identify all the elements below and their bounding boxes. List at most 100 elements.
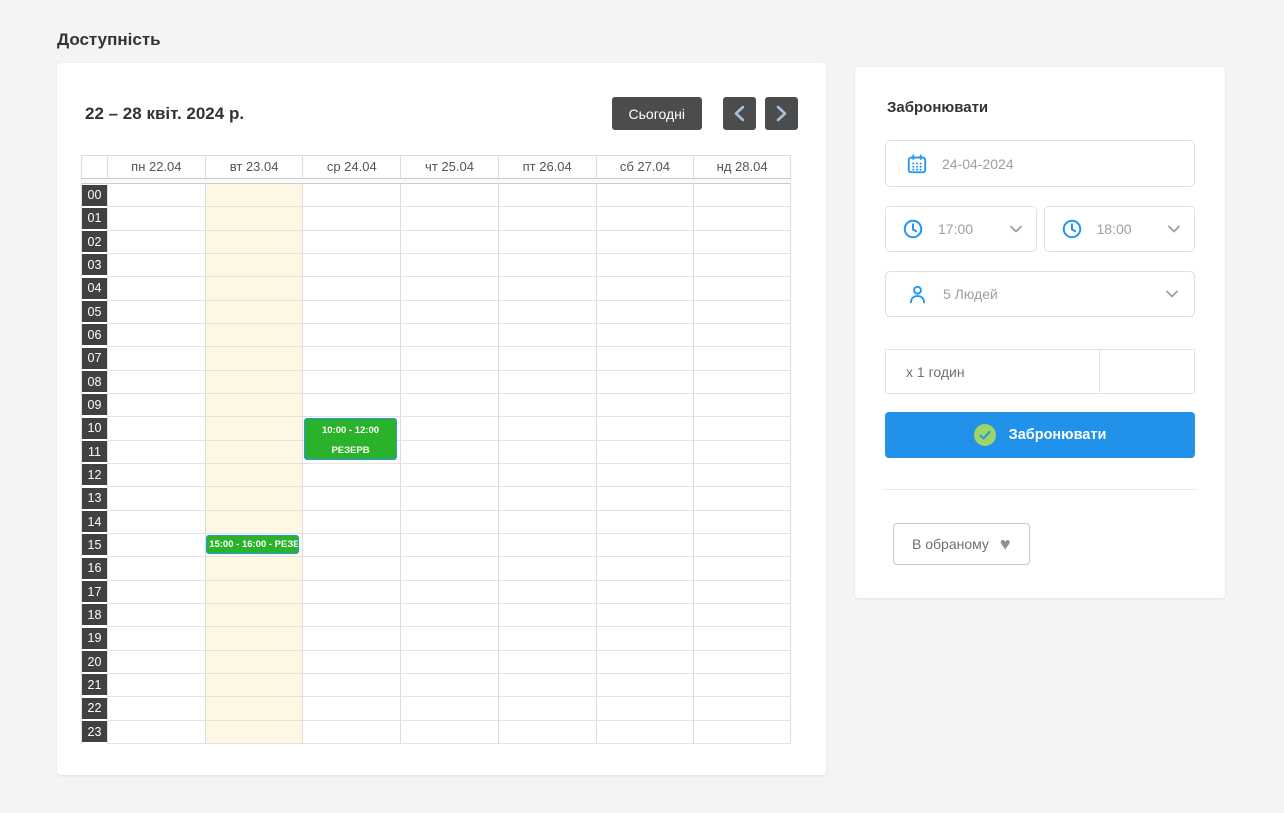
- time-slot[interactable]: [302, 534, 400, 557]
- time-slot[interactable]: [107, 301, 205, 324]
- time-slot[interactable]: [302, 324, 400, 347]
- time-slot[interactable]: [205, 207, 303, 230]
- time-slot[interactable]: [693, 651, 791, 674]
- time-slot[interactable]: [205, 464, 303, 487]
- time-slot[interactable]: [498, 394, 596, 417]
- time-slot[interactable]: [693, 277, 791, 300]
- time-slot[interactable]: [596, 557, 694, 580]
- time-slot[interactable]: [107, 441, 205, 464]
- people-select[interactable]: 5 Людей: [885, 271, 1195, 317]
- time-slot[interactable]: [596, 324, 694, 347]
- time-slot[interactable]: [205, 721, 303, 744]
- time-slot[interactable]: [205, 417, 303, 440]
- time-slot[interactable]: [302, 627, 400, 650]
- time-slot[interactable]: [400, 487, 498, 510]
- time-slot[interactable]: [596, 511, 694, 534]
- time-slot[interactable]: [498, 254, 596, 277]
- time-slot[interactable]: [596, 627, 694, 650]
- time-slot[interactable]: [596, 254, 694, 277]
- time-slot[interactable]: [205, 277, 303, 300]
- time-slot[interactable]: [107, 184, 205, 207]
- time-slot[interactable]: [693, 231, 791, 254]
- time-slot[interactable]: [498, 581, 596, 604]
- time-from-select[interactable]: 17:00: [885, 206, 1037, 252]
- time-slot[interactable]: [693, 464, 791, 487]
- time-slot[interactable]: [400, 464, 498, 487]
- time-slot[interactable]: [302, 511, 400, 534]
- time-slot[interactable]: [205, 371, 303, 394]
- today-button[interactable]: Сьогодні: [612, 97, 702, 130]
- time-slot[interactable]: [107, 487, 205, 510]
- time-slot[interactable]: [400, 231, 498, 254]
- time-slot[interactable]: [400, 394, 498, 417]
- time-slot[interactable]: [205, 347, 303, 370]
- time-slot[interactable]: [205, 324, 303, 347]
- time-slot[interactable]: [107, 697, 205, 720]
- time-slot[interactable]: [693, 254, 791, 277]
- time-slot[interactable]: [107, 207, 205, 230]
- time-slot[interactable]: [693, 441, 791, 464]
- time-slot[interactable]: [302, 277, 400, 300]
- time-slot[interactable]: [693, 581, 791, 604]
- time-slot[interactable]: [596, 277, 694, 300]
- time-slot[interactable]: [302, 721, 400, 744]
- time-slot[interactable]: [205, 394, 303, 417]
- time-slot[interactable]: [693, 207, 791, 230]
- time-slot[interactable]: [498, 511, 596, 534]
- time-to-select[interactable]: 18:00: [1044, 206, 1196, 252]
- time-slot[interactable]: [107, 581, 205, 604]
- time-slot[interactable]: [596, 604, 694, 627]
- time-slot[interactable]: [107, 464, 205, 487]
- time-slot[interactable]: [498, 347, 596, 370]
- date-input[interactable]: 24-04-2024: [885, 140, 1195, 187]
- time-slot[interactable]: [693, 534, 791, 557]
- time-slot[interactable]: [400, 627, 498, 650]
- time-slot[interactable]: [400, 651, 498, 674]
- time-slot[interactable]: [498, 557, 596, 580]
- time-slot[interactable]: [498, 674, 596, 697]
- time-slot[interactable]: [400, 511, 498, 534]
- book-submit-button[interactable]: Забронювати: [885, 412, 1195, 458]
- time-slot[interactable]: [596, 441, 694, 464]
- time-slot[interactable]: [693, 511, 791, 534]
- time-slot[interactable]: [596, 347, 694, 370]
- time-slot[interactable]: [498, 604, 596, 627]
- time-slot[interactable]: [302, 674, 400, 697]
- time-slot[interactable]: [693, 301, 791, 324]
- time-slot[interactable]: [498, 627, 596, 650]
- time-slot[interactable]: [596, 464, 694, 487]
- time-slot[interactable]: [205, 604, 303, 627]
- time-slot[interactable]: [302, 697, 400, 720]
- time-slot[interactable]: [205, 441, 303, 464]
- time-slot[interactable]: [302, 604, 400, 627]
- time-slot[interactable]: [107, 511, 205, 534]
- time-slot[interactable]: [693, 347, 791, 370]
- time-slot[interactable]: [302, 394, 400, 417]
- time-slot[interactable]: [596, 301, 694, 324]
- time-slot[interactable]: [400, 441, 498, 464]
- time-slot[interactable]: [400, 207, 498, 230]
- time-slot[interactable]: [205, 254, 303, 277]
- time-slot[interactable]: [107, 394, 205, 417]
- time-slot[interactable]: [693, 674, 791, 697]
- time-slot[interactable]: [302, 254, 400, 277]
- time-slot[interactable]: [498, 651, 596, 674]
- time-slot[interactable]: [596, 534, 694, 557]
- time-slot[interactable]: [107, 557, 205, 580]
- time-slot[interactable]: [693, 371, 791, 394]
- time-slot[interactable]: [400, 604, 498, 627]
- time-slot[interactable]: [498, 277, 596, 300]
- time-slot[interactable]: [205, 301, 303, 324]
- time-slot[interactable]: [107, 674, 205, 697]
- time-slot[interactable]: [693, 324, 791, 347]
- time-slot[interactable]: [693, 721, 791, 744]
- time-slot[interactable]: [302, 301, 400, 324]
- time-slot[interactable]: [205, 651, 303, 674]
- time-slot[interactable]: [693, 394, 791, 417]
- time-slot[interactable]: [205, 511, 303, 534]
- prev-week-button[interactable]: [723, 97, 756, 130]
- time-slot[interactable]: [107, 627, 205, 650]
- time-slot[interactable]: [693, 604, 791, 627]
- time-slot[interactable]: [302, 184, 400, 207]
- time-slot[interactable]: [498, 417, 596, 440]
